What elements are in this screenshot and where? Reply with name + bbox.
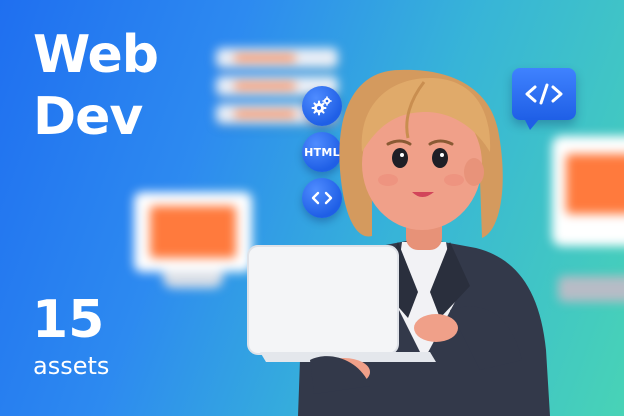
web-dev-banner: Web Dev 15 assets HTML [0,0,624,416]
monitor-illustration-left [134,192,252,288]
asset-count: 15 [32,290,105,350]
banner-title: Web Dev [33,24,159,148]
asset-count-label: assets [33,352,110,380]
title-line-1: Web [33,25,159,85]
title-line-2: Dev [33,87,143,147]
developer-character-illustration [247,69,550,416]
